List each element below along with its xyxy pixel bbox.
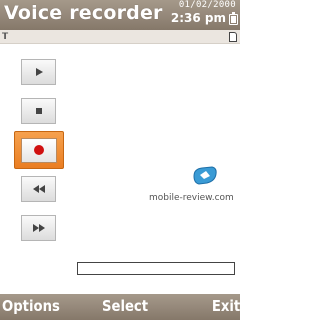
sim-card-icon: [229, 32, 237, 42]
softkey-bar: Options Select Exit: [0, 294, 240, 320]
fast-forward-button[interactable]: [21, 215, 56, 241]
select-softkey[interactable]: Select: [102, 297, 148, 315]
status-bar: 𝗧: [0, 30, 240, 44]
exit-softkey[interactable]: Exit: [212, 297, 240, 315]
rewind-button[interactable]: [21, 176, 56, 202]
recording-progress-bar: [77, 262, 235, 275]
play-button[interactable]: [21, 59, 56, 85]
record-icon: [34, 145, 44, 155]
title-bar: Voice recorder 01/02/2000 2:36 pm: [0, 0, 240, 30]
play-icon: [35, 68, 43, 76]
battery-icon: [229, 12, 238, 25]
clock: 2:36 pm: [170, 11, 226, 25]
fast-forward-icon: [32, 224, 45, 232]
stop-button[interactable]: [21, 98, 56, 124]
rewind-icon: [32, 185, 45, 193]
record-button[interactable]: [14, 131, 64, 169]
stop-icon: [35, 108, 42, 114]
watermark-text: mobile-review.com: [149, 193, 234, 203]
options-softkey[interactable]: Options: [2, 297, 60, 315]
record-button-face: [21, 137, 57, 163]
watermark-logo-icon: [193, 166, 217, 185]
date-label: 01/02/2000: [178, 0, 236, 10]
antenna-signal-icon: 𝗧: [2, 32, 9, 42]
app-title: Voice recorder: [4, 2, 163, 24]
